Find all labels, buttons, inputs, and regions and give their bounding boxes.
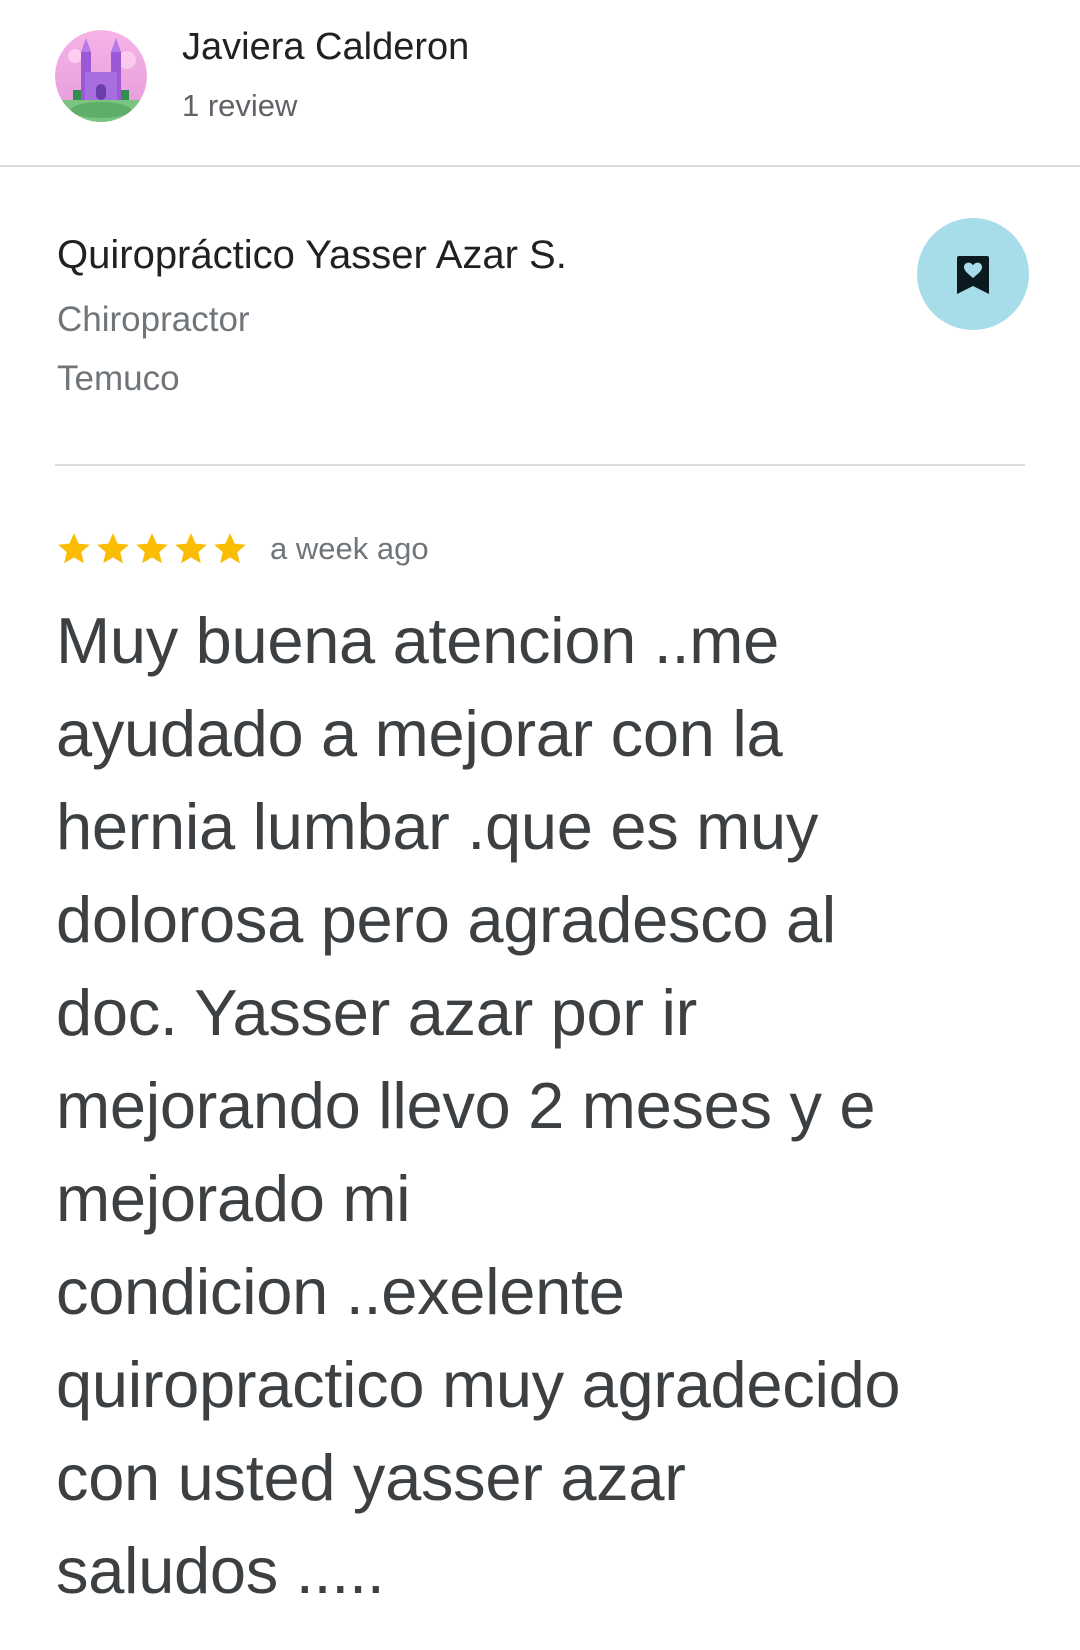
- place-city: Temuco: [57, 359, 180, 398]
- star-icon: [97, 533, 129, 564]
- castle-avatar-icon: [55, 30, 147, 122]
- star-rating: [55, 530, 250, 568]
- star-icon: [214, 533, 246, 564]
- reviewer-header[interactable]: Javiera Calderon 1 review: [0, 0, 1080, 166]
- star-icon: [58, 533, 90, 564]
- reviewer-review-count: 1 review: [182, 88, 298, 123]
- star-icon: [136, 533, 168, 564]
- place-card[interactable]: Quiropráctico Yasser Azar S. Chiropracto…: [0, 167, 1080, 467]
- reviewer-avatar[interactable]: [55, 30, 147, 122]
- save-place-button[interactable]: [917, 218, 1029, 330]
- divider: [55, 464, 1025, 466]
- review-text: Muy buena atencion ..me ayudado a mejora…: [56, 604, 901, 1607]
- reviewer-name[interactable]: Javiera Calderon: [182, 26, 469, 69]
- place-name[interactable]: Quiropráctico Yasser Azar S.: [57, 233, 567, 278]
- review-time: a week ago: [270, 531, 429, 566]
- place-category: Chiropractor: [57, 300, 250, 339]
- bookmark-heart-icon: [957, 256, 989, 294]
- review-rating-row: a week ago: [55, 527, 429, 571]
- star-icon: [175, 533, 207, 564]
